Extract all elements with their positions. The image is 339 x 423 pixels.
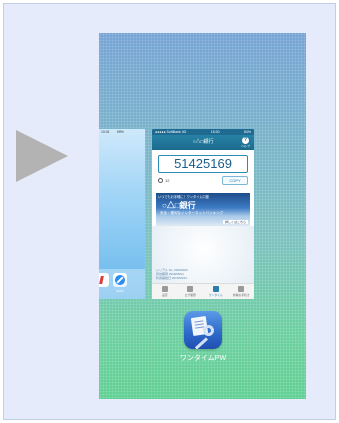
content-area: シリアル No. 00000000 有効期限 2018/08/24 利用開始日 …	[152, 226, 254, 284]
safari-icon[interactable]	[113, 273, 127, 287]
phone-app-switcher-screen: 10:01 99% Safari ●●●●● SoftBank 4G 18:30…	[99, 33, 306, 399]
key-icon	[203, 325, 214, 336]
app-label: ワンタイムPW	[179, 355, 227, 362]
app-card-home-screen[interactable]: 10:01 99% Safari	[99, 129, 145, 299]
help-icon: ?	[242, 137, 249, 144]
start-date-line: 利用開始日 2015/06/24	[156, 276, 187, 280]
promo-banner[interactable]: いつでもお手軽に！ワンタイム口座 ○△□銀行 安全・便利なインターネットバンキン…	[156, 193, 250, 226]
tab-label: ログ履歴	[184, 293, 196, 297]
status-time: 10:01	[101, 130, 110, 134]
tab-settings[interactable]: 設定	[152, 284, 178, 299]
help-button[interactable]: ? ヘルプ	[241, 137, 250, 148]
tab-history[interactable]: ログ履歴	[178, 284, 204, 299]
tab-label: 設定	[161, 293, 168, 297]
tab-onetime[interactable]: ワンタイム	[203, 284, 229, 299]
tab-label: 各種お手続き	[232, 293, 250, 297]
countdown-timer: 12	[158, 178, 170, 184]
lock-icon	[212, 286, 219, 292]
play-arrow-icon	[16, 130, 68, 182]
banner-subtitle: 安全・便利なインターネットバンキング	[160, 211, 224, 215]
battery-level: 99%	[116, 130, 124, 134]
dock: Safari	[99, 269, 145, 299]
onetime-password-app-icon[interactable]	[184, 311, 222, 349]
timer-value: 12	[165, 178, 170, 183]
app-header: ○△□銀行 ? ヘルプ	[152, 135, 254, 150]
clock-icon	[158, 178, 163, 184]
list-icon	[187, 286, 194, 292]
banner-title: ○△□銀行	[162, 201, 196, 210]
copy-button[interactable]: COPY	[222, 176, 248, 185]
banner-detail-link[interactable]: 詳しくはこちら	[222, 220, 248, 224]
tab-label: ワンタイム	[208, 293, 223, 297]
status-bar: 10:01 99%	[99, 129, 145, 136]
app-a-icon[interactable]	[99, 273, 109, 287]
banner-tagline: いつでもお手軽に！ワンタイム口座	[158, 195, 209, 199]
bank-name-title: ○△□銀行	[192, 139, 214, 145]
serial-info: シリアル No. 00000000 有効期限 2018/08/24 利用開始日 …	[156, 268, 188, 280]
dock-label-safari: Safari	[116, 289, 124, 293]
tab-procedures[interactable]: 各種お手続き	[229, 284, 255, 299]
app-card-onetime-password[interactable]: ●●●●● SoftBank 4G 18:30 84% ○△□銀行 ? ヘルプ …	[152, 129, 254, 299]
tab-bar: 設定 ログ履歴 ワンタイム 各種お手続き	[152, 283, 254, 299]
otp-display: 51425169	[158, 155, 248, 173]
bank-icon	[238, 286, 245, 292]
otp-controls: 12 COPY	[152, 175, 254, 189]
gear-icon	[161, 286, 168, 292]
key-shaft	[194, 337, 209, 349]
help-label: ヘルプ	[241, 144, 251, 148]
